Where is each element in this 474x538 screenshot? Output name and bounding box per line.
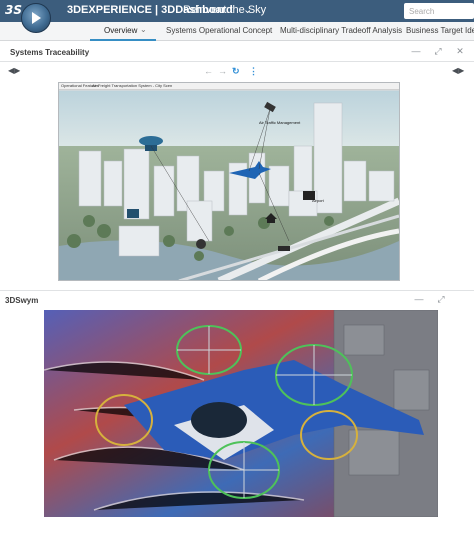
top-bar: 3DEXPERIENCE | 3DDashboard Reinvent the … (0, 0, 474, 22)
scene-tabbar: Operational Features Air Freight Transpo… (59, 83, 399, 90)
minimize-icon[interactable]: — (410, 46, 422, 56)
vehicle-icon (127, 209, 139, 218)
tab-multi-disciplinary-tradeoff[interactable]: Multi-disciplinary Tradeoff Analysis (280, 26, 402, 35)
back-arrow-icon[interactable]: ← (204, 66, 213, 76)
systems-traceability-header: Systems Traceability — ⤢ ✕ (0, 44, 474, 61)
right-nav-arrows[interactable]: ◀▶ (452, 66, 464, 75)
forward-arrow-icon[interactable]: → (218, 66, 227, 76)
car-icon (278, 246, 290, 251)
expand-icon[interactable]: ⤢ (432, 46, 444, 57)
left-nav-arrows[interactable]: ◀▶ (8, 66, 20, 75)
dashboard-name[interactable]: Reinvent the Sky (183, 4, 266, 16)
refresh-icon[interactable]: ↻ (232, 66, 240, 77)
divider (0, 290, 474, 291)
divider (0, 61, 474, 62)
dashboard-tabs: Overview ⌄ Systems Operational Concept M… (0, 22, 474, 41)
active-tab-indicator (90, 39, 156, 41)
minimize-icon[interactable]: — (413, 294, 425, 304)
swym-media[interactable] (44, 310, 438, 517)
scene-label: Airport (312, 198, 324, 203)
more-vertical-icon[interactable]: ⋮ (249, 66, 258, 77)
panel-title: 3DSwym (5, 296, 39, 305)
tab-business-target[interactable]: Business Target Identi (406, 26, 474, 35)
search-input[interactable] (404, 3, 474, 19)
swym-header: 3DSwym — ⤢ (0, 292, 474, 309)
scene-label: Air Traffic Management (259, 120, 301, 125)
ds-logo-icon: 3S (5, 3, 22, 17)
user-icon (196, 239, 206, 249)
expand-icon[interactable]: ⤢ (435, 294, 447, 305)
panel-title: Systems Traceability (10, 48, 90, 57)
air-taxi-simulation-image (44, 310, 438, 517)
chevron-down-icon[interactable]: ⌄ (243, 3, 252, 16)
compass-widget[interactable]: 3S (2, 1, 51, 39)
city-scene-image (59, 91, 399, 280)
scene-tab[interactable]: Air Freight Transportation System - City… (92, 83, 172, 88)
tab-systems-operational-concept[interactable]: Systems Operational Concept (166, 26, 272, 35)
traceability-scene[interactable]: Operational Features Air Freight Transpo… (58, 82, 400, 281)
play-icon (32, 12, 41, 24)
tab-overview[interactable]: Overview (104, 26, 137, 35)
chevron-down-icon[interactable]: ⌄ (140, 25, 147, 34)
close-icon[interactable]: ✕ (454, 46, 466, 57)
